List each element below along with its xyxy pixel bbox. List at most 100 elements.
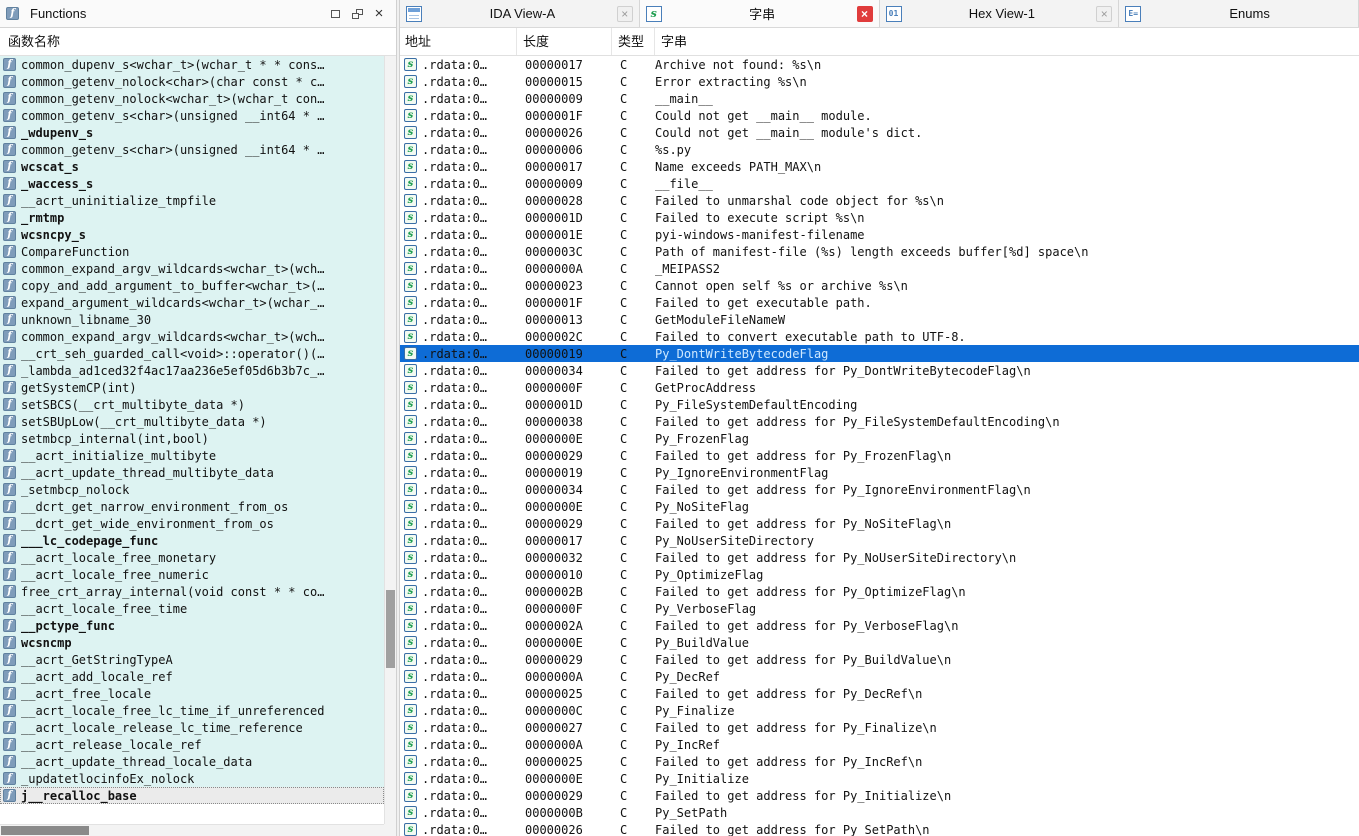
string-row[interactable]: s .rdata:0… 0000000A C _MEIPASS2 bbox=[400, 260, 1359, 277]
function-row[interactable]: f wcsncmp bbox=[0, 634, 384, 651]
functions-vertical-scrollbar[interactable] bbox=[384, 56, 396, 824]
string-row[interactable]: s .rdata:0… 00000025 C Failed to get address… bbox=[400, 753, 1359, 770]
tab-strings[interactable]: s 字串 × bbox=[639, 0, 880, 27]
string-row[interactable]: s .rdata:0… 0000002B C Failed to get address… bbox=[400, 583, 1359, 600]
restore-icon[interactable] bbox=[346, 4, 368, 24]
string-row[interactable]: s .rdata:0… 00000034 C Failed to get address… bbox=[400, 362, 1359, 379]
functions-horizontal-scrollbar[interactable] bbox=[0, 824, 384, 836]
function-row[interactable]: f __acrt_uninitialize_tmpfile bbox=[0, 192, 384, 209]
function-row[interactable]: f common_getenv_nolock<char>(char const *… bbox=[0, 73, 384, 90]
string-row[interactable]: s .rdata:0… 00000023 C Cannot open self %s o… bbox=[400, 277, 1359, 294]
string-row[interactable]: s .rdata:0… 00000029 C Failed to get address… bbox=[400, 447, 1359, 464]
string-row[interactable]: s .rdata:0… 00000015 C Error extracting %s\n bbox=[400, 73, 1359, 90]
string-row[interactable]: s .rdata:0… 0000000E C Py_Initialize bbox=[400, 770, 1359, 787]
function-row[interactable]: f expand_argument_wildcards<wchar_t>(wcha… bbox=[0, 294, 384, 311]
function-row[interactable]: f __acrt_locale_free_time bbox=[0, 600, 384, 617]
function-row[interactable]: f _wdupenv_s bbox=[0, 124, 384, 141]
string-row[interactable]: s .rdata:0… 00000028 C Failed to unmarshal c… bbox=[400, 192, 1359, 209]
string-row[interactable]: s .rdata:0… 00000032 C Failed to get address… bbox=[400, 549, 1359, 566]
string-row[interactable]: s .rdata:0… 00000017 C Py_NoUserSiteDirector… bbox=[400, 532, 1359, 549]
function-row[interactable]: f __acrt_free_locale bbox=[0, 685, 384, 702]
string-row[interactable]: s .rdata:0… 0000002A C Failed to get address… bbox=[400, 617, 1359, 634]
string-row[interactable]: s .rdata:0… 00000029 C Failed to get address… bbox=[400, 651, 1359, 668]
function-row[interactable]: f _updatetlocinfoEx_nolock bbox=[0, 770, 384, 787]
string-row[interactable]: s .rdata:0… 00000034 C Failed to get address… bbox=[400, 481, 1359, 498]
string-row[interactable]: s .rdata:0… 00000026 C Could not get __main_… bbox=[400, 124, 1359, 141]
function-row[interactable]: f __dcrt_get_wide_environment_from_os bbox=[0, 515, 384, 532]
function-row[interactable]: f j__recalloc_base bbox=[0, 787, 384, 804]
function-row[interactable]: f common_dupenv_s<wchar_t>(wchar_t * * co… bbox=[0, 56, 384, 73]
string-row[interactable]: s .rdata:0… 0000001F C Failed to get executa… bbox=[400, 294, 1359, 311]
string-row[interactable]: s .rdata:0… 00000025 C Failed to get address… bbox=[400, 685, 1359, 702]
string-row[interactable]: s .rdata:0… 00000006 C %s.py bbox=[400, 141, 1359, 158]
function-row[interactable]: f __acrt_locale_free_numeric bbox=[0, 566, 384, 583]
function-row[interactable]: f __acrt_initialize_multibyte bbox=[0, 447, 384, 464]
function-row[interactable]: f getSystemCP(int) bbox=[0, 379, 384, 396]
function-row[interactable]: f __acrt_locale_free_lc_time_if_unreferen… bbox=[0, 702, 384, 719]
string-row[interactable]: s .rdata:0… 00000026 C Failed to get address… bbox=[400, 821, 1359, 836]
string-row[interactable]: s .rdata:0… 00000017 C Name exceeds PATH_MAX… bbox=[400, 158, 1359, 175]
string-row[interactable]: s .rdata:0… 0000002C C Failed to convert exe… bbox=[400, 328, 1359, 345]
string-row[interactable]: s .rdata:0… 00000010 C Py_OptimizeFlag bbox=[400, 566, 1359, 583]
string-row[interactable]: s .rdata:0… 0000000E C Py_FrozenFlag bbox=[400, 430, 1359, 447]
function-row[interactable]: f free_crt_array_internal(void const * * … bbox=[0, 583, 384, 600]
function-row[interactable]: f __crt_seh_guarded_call<void>::operator(… bbox=[0, 345, 384, 362]
functions-column-header[interactable]: 函数名称 bbox=[0, 28, 396, 56]
string-row[interactable]: s .rdata:0… 00000017 C Archive not found: %s… bbox=[400, 56, 1359, 73]
string-row[interactable]: s .rdata:0… 00000029 C Failed to get address… bbox=[400, 515, 1359, 532]
string-row[interactable]: s .rdata:0… 0000000F C Py_VerboseFlag bbox=[400, 600, 1359, 617]
maximize-icon[interactable] bbox=[324, 4, 346, 24]
string-row[interactable]: s .rdata:0… 0000000A C Py_IncRef bbox=[400, 736, 1359, 753]
string-row[interactable]: s .rdata:0… 00000038 C Failed to get address… bbox=[400, 413, 1359, 430]
function-row[interactable]: f setmbcp_internal(int,bool) bbox=[0, 430, 384, 447]
string-row[interactable]: s .rdata:0… 00000009 C __main__ bbox=[400, 90, 1359, 107]
column-header-address[interactable]: 地址 bbox=[400, 28, 517, 55]
function-row[interactable]: f __acrt_update_thread_locale_data bbox=[0, 753, 384, 770]
string-row[interactable]: s .rdata:0… 00000027 C Failed to get address… bbox=[400, 719, 1359, 736]
string-row[interactable]: s .rdata:0… 0000000F C GetProcAddress bbox=[400, 379, 1359, 396]
function-row[interactable]: f setSBUpLow(__crt_multibyte_data *) bbox=[0, 413, 384, 430]
function-row[interactable]: f _waccess_s bbox=[0, 175, 384, 192]
close-tab-icon[interactable]: × bbox=[1096, 5, 1113, 22]
functions-titlebar[interactable]: f Functions × bbox=[0, 0, 396, 28]
function-row[interactable]: f common_getenv_s<char>(unsigned __int64 … bbox=[0, 107, 384, 124]
function-row[interactable]: f _setmbcp_nolock bbox=[0, 481, 384, 498]
string-row[interactable]: s .rdata:0… 0000000E C Py_BuildValue bbox=[400, 634, 1359, 651]
string-row[interactable]: s .rdata:0… 0000000B C Py_SetPath bbox=[400, 804, 1359, 821]
string-row[interactable]: s .rdata:0… 0000001D C Failed to execute scr… bbox=[400, 209, 1359, 226]
tab-hex-view-1[interactable]: 01 Hex View-1 × bbox=[880, 0, 1120, 27]
function-row[interactable]: f setSBCS(__crt_multibyte_data *) bbox=[0, 396, 384, 413]
string-row[interactable]: s .rdata:0… 00000019 C Py_IgnoreEnvironmentF… bbox=[400, 464, 1359, 481]
function-row[interactable]: f __acrt_update_thread_multibyte_data bbox=[0, 464, 384, 481]
string-row[interactable]: s .rdata:0… 00000013 C GetModuleFileNameW bbox=[400, 311, 1359, 328]
horizontal-scrollbar-thumb[interactable] bbox=[1, 826, 89, 835]
string-row[interactable]: s .rdata:0… 0000001F C Could not get __main_… bbox=[400, 107, 1359, 124]
string-row[interactable]: s .rdata:0… 00000029 C Failed to get address… bbox=[400, 787, 1359, 804]
string-row[interactable]: s .rdata:0… 0000000C C Py_Finalize bbox=[400, 702, 1359, 719]
function-row[interactable]: f __pctype_func bbox=[0, 617, 384, 634]
column-header-type[interactable]: 类型 bbox=[612, 28, 655, 55]
close-icon[interactable]: × bbox=[368, 4, 390, 24]
close-tab-icon[interactable]: × bbox=[616, 5, 633, 22]
string-row[interactable]: s .rdata:0… 0000003C C Path of manifest-file… bbox=[400, 243, 1359, 260]
function-row[interactable]: f __acrt_locale_release_lc_time_reference bbox=[0, 719, 384, 736]
tab-ida-view-a[interactable]: IDA View-A × bbox=[400, 0, 640, 27]
function-row[interactable]: f __acrt_locale_free_monetary bbox=[0, 549, 384, 566]
function-row[interactable]: f __dcrt_get_narrow_environment_from_os bbox=[0, 498, 384, 515]
function-row[interactable]: f CompareFunction bbox=[0, 243, 384, 260]
column-header-length[interactable]: 长度 bbox=[517, 28, 612, 55]
function-row[interactable]: f __acrt_GetStringTypeA bbox=[0, 651, 384, 668]
string-row[interactable]: s .rdata:0… 0000001E Cpyi-windows-manifest-… bbox=[400, 226, 1359, 243]
tab-enums[interactable]: E= Enums bbox=[1119, 0, 1359, 27]
string-row[interactable]: s .rdata:0… 0000000A C Py_DecRef bbox=[400, 668, 1359, 685]
string-row[interactable]: s .rdata:0… 00000009 C __file__ bbox=[400, 175, 1359, 192]
string-row[interactable]: s .rdata:0… 00000019 C Py_DontWriteBytecodeF… bbox=[400, 345, 1359, 362]
function-row[interactable]: f common_getenv_s<char>(unsigned __int64 … bbox=[0, 141, 384, 158]
function-row[interactable]: f __acrt_add_locale_ref bbox=[0, 668, 384, 685]
function-row[interactable]: f unknown_libname_30 bbox=[0, 311, 384, 328]
function-row[interactable]: f _lambda_ad1ced32f4ac17aa236e5ef05d6b3b7… bbox=[0, 362, 384, 379]
function-row[interactable]: f copy_and_add_argument_to_buffer<wchar_t… bbox=[0, 277, 384, 294]
function-row[interactable]: f common_getenv_nolock<wchar_t>(wchar_t c… bbox=[0, 90, 384, 107]
function-row[interactable]: f common_expand_argv_wildcards<wchar_t>(w… bbox=[0, 260, 384, 277]
function-row[interactable]: f __acrt_release_locale_ref bbox=[0, 736, 384, 753]
